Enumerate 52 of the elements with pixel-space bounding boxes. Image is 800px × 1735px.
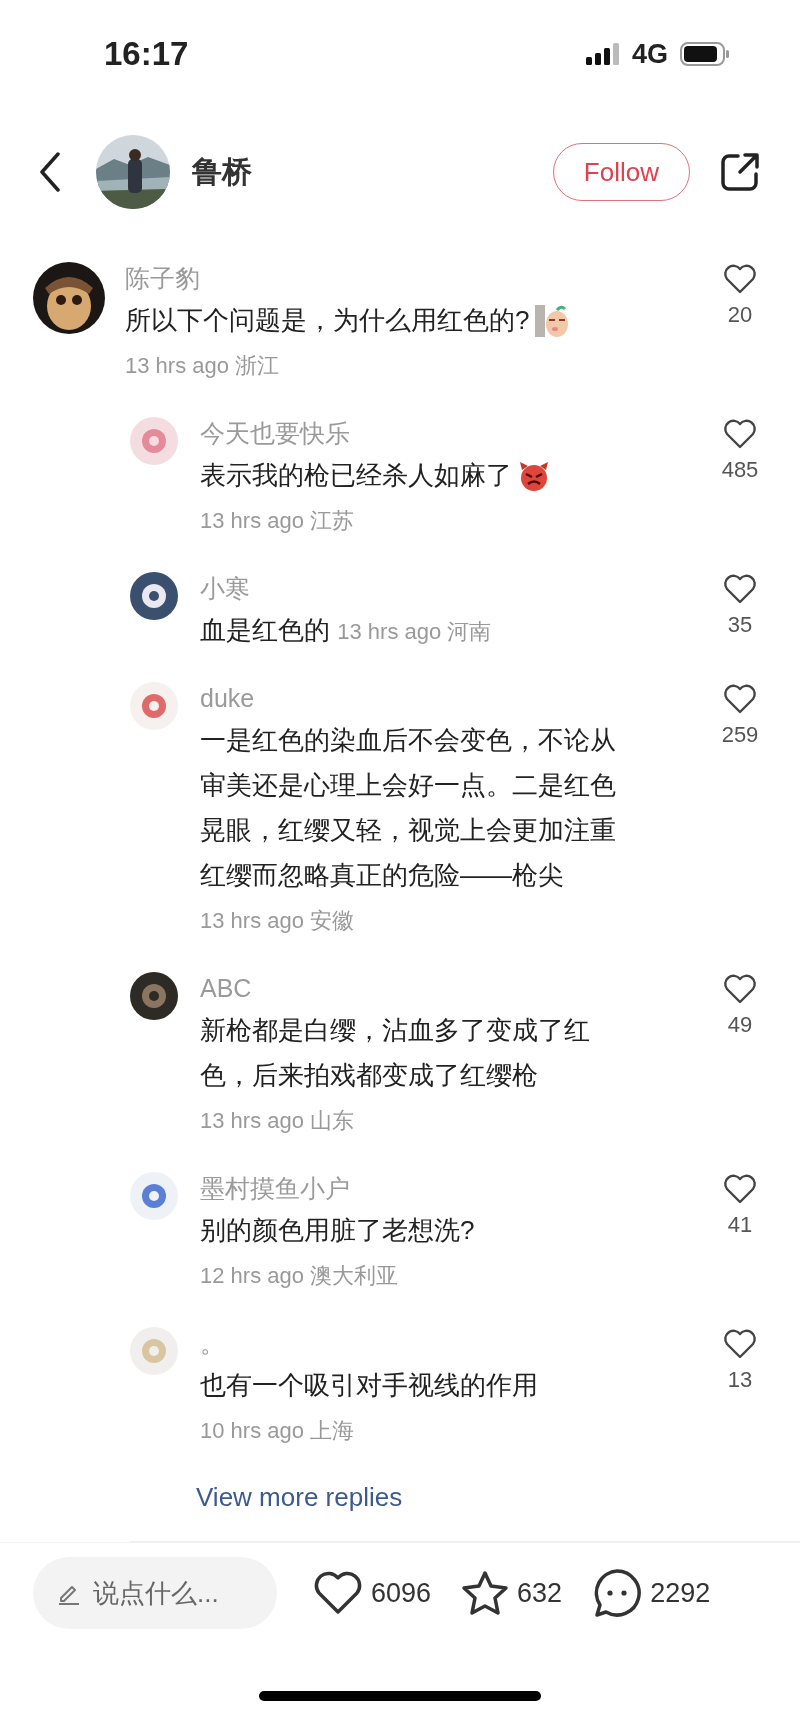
back-icon[interactable] [38,152,62,193]
heart-icon[interactable] [723,264,757,295]
signal-icon [585,43,620,66]
favorite-count: 632 [517,1577,563,1609]
reply-time: 10 hrs ago 上海 [200,1417,356,1446]
heart-icon[interactable] [723,974,757,1005]
reply-text: 新枪都是白缨，沾血多了变成了红色，后来拍戏都变成了红缨枪 [200,1014,591,1093]
heart-icon[interactable] [723,684,757,715]
devil-face-icon [518,459,550,492]
comment-time: 13 hrs ago 浙江 [125,352,281,381]
username[interactable]: 鲁桥 [192,151,252,193]
network-label: 4G [631,38,668,70]
heart-icon[interactable] [723,419,757,450]
like-count: 41 [727,1212,753,1239]
comment-input[interactable]: 说点什么... [33,1557,277,1629]
reply-author[interactable]: 小寒 [200,568,618,609]
reply-time: 13 hrs ago 江苏 [200,507,356,536]
like-count: 6096 [371,1577,432,1609]
heart-icon[interactable] [723,1329,757,1360]
reply-text: 一是红色的染血后不会变色，不论从审美还是心理上会好一点。二是红色晃眼，红缨又轻，视觉上会更加注重红缨而忽略真正的危险——枪尖 [200,724,617,893]
reply-time: 13 hrs ago 山东 [200,1107,356,1136]
reply-time: 12 hrs ago 澳大利亚 [200,1262,400,1291]
sticker-icon [535,304,570,337]
reply-author[interactable]: duke [200,678,618,719]
like-count: 20 [727,302,753,329]
star-icon[interactable] [461,1570,510,1616]
reply-author[interactable]: 墨村摸鱼小户 [200,1168,618,1209]
reply-text: 血是红色的 13 hrs ago 河南 [200,614,493,648]
battery-icon [680,42,730,67]
reply-text: 表示我的枪已经杀人如麻了 [200,459,512,493]
comment-count: 2292 [650,1577,711,1609]
reply-time: 13 hrs ago 安徽 [200,907,356,936]
reply-author[interactable]: 。 [200,1323,618,1364]
chat-bubble-icon[interactable] [592,1568,643,1618]
heart-icon[interactable] [723,1174,757,1205]
like-count: 13 [727,1367,753,1394]
heart-icon[interactable] [723,574,757,605]
like-count: 259 [721,722,759,749]
reply-author[interactable]: ABC [200,968,618,1009]
status-time: 16:17 [104,35,189,74]
reply-text: 也有一个吸引对手视线的作用 [200,1369,538,1403]
like-count: 485 [721,457,759,484]
comment-author[interactable]: 陈子豹 [125,258,698,299]
like-count: 35 [727,612,753,639]
view-more-link[interactable]: View more replies [196,1482,403,1513]
share-icon[interactable] [720,152,760,193]
like-count: 49 [727,1012,753,1039]
comment-text: 所以下个问题是，为什么用红色的? [125,304,530,338]
heart-icon[interactable] [313,1571,363,1615]
reply-text: 别的颜色用脏了老想洗? [200,1214,475,1248]
reply-author[interactable]: 今天也要快乐 [200,413,618,454]
follow-button[interactable]: Follow [552,143,690,202]
